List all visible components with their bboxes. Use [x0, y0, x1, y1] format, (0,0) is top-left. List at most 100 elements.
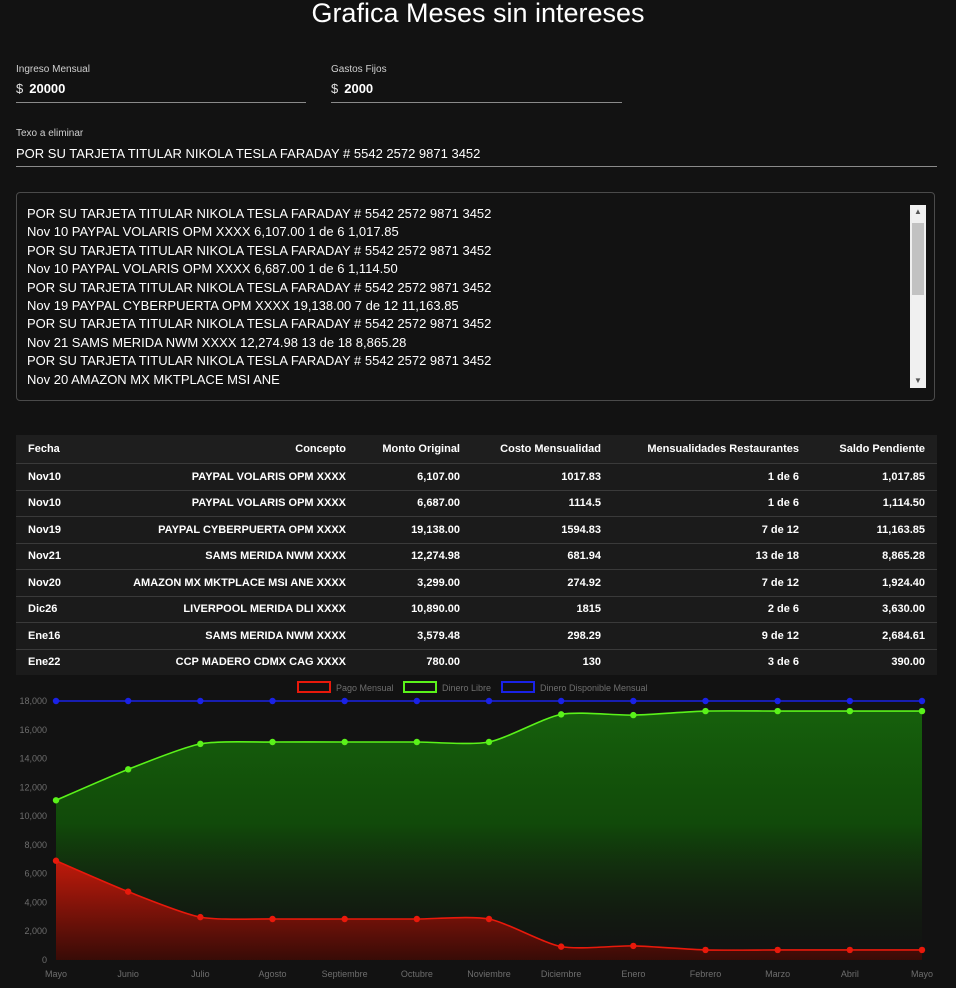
- table-cell: 3 de 6: [613, 649, 811, 675]
- payments-chart: 0 2,000 4,000 6,000 8,000 10,000 12,000 14,000 1…: [19, 681, 933, 979]
- dinero-disponible-point: [918, 697, 926, 705]
- y-tick-label: 0: [42, 955, 47, 965]
- table-cell: 1017.83: [472, 463, 613, 491]
- dinero-disponible-point: [846, 697, 854, 705]
- x-tick-label: Septiembre: [322, 969, 368, 979]
- x-tick-label: Diciembre: [541, 969, 582, 979]
- dinero-libre-point: [846, 707, 854, 715]
- y-tick-label: 2,000: [24, 926, 47, 936]
- table-row: Nov21 SAMS MERIDA NWM XXXX 12,274.98 681.94…: [16, 543, 937, 570]
- textarea-line: POR SU TARJETA TITULAR NIKOLA TESLA FARA…: [27, 316, 492, 332]
- y-tick-label: 4,000: [24, 897, 47, 907]
- table-cell: PAYPAL VOLARIS OPM XXXX: [96, 490, 358, 517]
- ingreso-mensual-input[interactable]: 20000: [29, 81, 65, 96]
- table-cell: 1,114.50: [811, 490, 937, 517]
- table-header-row: Fecha Concepto Monto Original Costo Mensual…: [16, 435, 937, 464]
- table-cell: 298.29: [472, 622, 613, 650]
- table-cell: 274.92: [472, 569, 613, 597]
- table-cell: Ene16: [16, 622, 96, 650]
- dinero-libre-point: [269, 738, 276, 746]
- table-cell: Nov10: [16, 490, 96, 517]
- pago-mensual-point: [413, 915, 421, 923]
- table-cell: 3,579.48: [358, 622, 472, 650]
- dinero-libre-point: [702, 707, 709, 715]
- dinero-disponible-point: [197, 697, 204, 705]
- texto-eliminar-label: Texo a eliminar: [16, 128, 84, 139]
- pago-mensual-point: [630, 942, 637, 950]
- pago-mensual-point: [124, 888, 132, 895]
- table-cell: Nov21: [16, 543, 96, 570]
- table-cell: 3,630.00: [811, 596, 937, 623]
- dinero-disponible-point: [269, 697, 276, 705]
- textarea-line: POR SU TARJETA TITULAR NIKOLA TESLA FARA…: [27, 353, 492, 369]
- texto-eliminar-field[interactable]: Texo a eliminar POR SU TARJETA TITULAR N…: [16, 128, 937, 167]
- legend-swatch: [403, 681, 437, 693]
- texto-eliminar-input[interactable]: POR SU TARJETA TITULAR NIKOLA TESLA FARA…: [16, 146, 480, 161]
- gastos-fijos-field[interactable]: Gastos Fijos $ 2000: [331, 64, 622, 103]
- dinero-libre-point: [52, 797, 60, 804]
- statement-textarea[interactable]: POR SU TARJETA TITULAR NIKOLA TESLA FARA…: [16, 192, 935, 401]
- table-cell: 1,924.40: [811, 569, 937, 597]
- dinero-libre-point: [341, 738, 348, 746]
- x-tick-label: Febrero: [690, 969, 722, 979]
- table-cell: 7 de 12: [613, 569, 811, 597]
- textarea-line: POR SU TARJETA TITULAR NIKOLA TESLA FARA…: [27, 206, 492, 221]
- ingreso-mensual-field[interactable]: Ingreso Mensual $ 20000: [16, 64, 306, 103]
- legend-swatch: [501, 681, 535, 693]
- currency-prefix: $: [16, 81, 24, 96]
- legend-label: Pago Mensual: [336, 683, 394, 693]
- scroll-down-icon[interactable]: ▼: [910, 374, 926, 388]
- textarea-line: Nov 10 PAYPAL VOLARIS OPM XXXX 6,107.00 …: [27, 224, 399, 240]
- table-cell: CCP MADERO CDMX CAG XXXX: [96, 649, 358, 675]
- table-cell: 780.00: [358, 649, 472, 675]
- table-cell: Ene22: [16, 649, 96, 675]
- textarea-scrollbar[interactable]: ▲ ▼: [910, 205, 926, 388]
- x-tick-label: Enero: [621, 969, 645, 979]
- textarea-line: POR SU TARJETA TITULAR NIKOLA TESLA FARA…: [27, 242, 492, 258]
- table-row: Nov10 PAYPAL VOLARIS OPM XXXX 6,107.00 1017…: [16, 463, 937, 491]
- table-cell: SAMS MERIDA NWM XXXX: [96, 543, 358, 570]
- table-cell: 1,017.85: [811, 463, 937, 491]
- table-cell: AMAZON MX MKTPLACE MSI ANE XXXX: [96, 569, 358, 597]
- table-cell: PAYPAL CYBERPUERTA OPM XXXX: [96, 516, 358, 544]
- scroll-up-icon[interactable]: ▲: [910, 205, 926, 219]
- pago-mensual-point: [269, 915, 276, 923]
- table-cell: 681.94: [472, 543, 613, 570]
- table-cell: 2 de 6: [613, 596, 811, 623]
- table-cell: 9 de 12: [613, 622, 811, 650]
- dinero-disponible-point: [341, 697, 348, 705]
- textarea-line: Nov 10 PAYPAL VOLARIS OPM XXXX 6,687.00 …: [27, 261, 398, 277]
- table-row: Ene16 SAMS MERIDA NWM XXXX 3,579.48 298.29 9…: [16, 622, 937, 650]
- table-cell: 6,107.00: [358, 463, 472, 491]
- table-row: Dic26 LIVERPOOL MERIDA DLI XXXX 10,890.00 1…: [16, 596, 937, 623]
- pago-mensual-point: [846, 946, 854, 954]
- table-cell: 12,274.98: [358, 543, 472, 570]
- dinero-disponible-point: [52, 697, 60, 705]
- payments-table: Fecha Concepto Monto Original Costo Mensual…: [16, 435, 937, 675]
- table-cell: 19,138.00: [358, 516, 472, 544]
- x-tick-label: Julio: [191, 969, 210, 979]
- table-cell: LIVERPOOL MERIDA DLI XXXX: [96, 596, 358, 623]
- gastos-fijos-input[interactable]: 2000: [344, 81, 373, 96]
- dinero-disponible-point: [702, 697, 709, 705]
- table-cell: 2,684.61: [811, 622, 937, 650]
- gastos-fijos-label: Gastos Fijos: [331, 64, 387, 75]
- dinero-disponible-point: [557, 697, 565, 705]
- x-tick-label: Octubre: [401, 969, 433, 979]
- textarea-line: POR SU TARJETA TITULAR NIKOLA TESLA FARA…: [27, 279, 492, 295]
- scrollbar-thumb[interactable]: [912, 223, 924, 295]
- table-row: Nov19 PAYPAL CYBERPUERTA OPM XXXX 19,138.0…: [16, 516, 937, 544]
- x-tick-label: Mayo: [911, 969, 933, 979]
- table-cell: Nov10: [16, 463, 96, 491]
- dinero-libre-point: [485, 738, 493, 746]
- table-row: Nov20 AMAZON MX MKTPLACE MSI ANE XXXX 3,29…: [16, 569, 937, 597]
- legend-label: Dinero Disponible Mensual: [540, 683, 648, 693]
- table-cell: 11,163.85: [811, 516, 937, 544]
- y-tick-label: 10,000: [19, 811, 47, 821]
- dinero-libre-point: [630, 711, 637, 719]
- y-tick-label: 14,000: [19, 754, 47, 764]
- dinero-libre-point: [124, 766, 132, 773]
- x-tick-label: Agosto: [258, 969, 286, 979]
- y-tick-label: 16,000: [19, 725, 47, 735]
- pago-mensual-point: [774, 946, 781, 954]
